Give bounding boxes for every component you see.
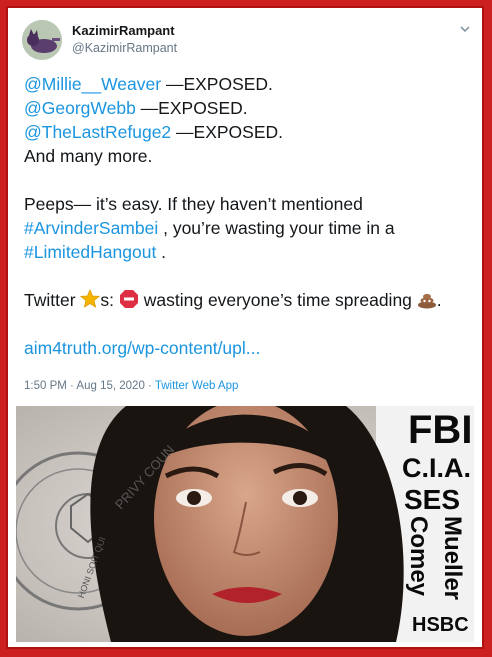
timestamp[interactable]: 1:50 PM · Aug 15, 2020 [24,380,145,392]
more-text: And many more. [24,146,153,166]
user-handle[interactable]: @KazimirRampant [72,39,177,57]
poop-emoji-icon [417,293,436,309]
avatar-cat-icon [22,20,62,60]
exposed-text: —EXPOSED. [135,98,248,118]
tweet-image[interactable]: PRIVY COUN HONI SOIT QUI FBI C.I.A. SES … [16,406,474,642]
label-hsbc: HSBC [412,614,469,636]
para-text: Peeps— it’s easy. If they haven’t mentio… [24,194,363,214]
s-colon: s: [100,290,119,310]
star-emoji-icon [80,289,101,308]
tweet-header: KazimirRampant @KazimirRampant [22,20,472,64]
period-text: . [436,290,442,310]
avatar[interactable] [22,20,62,60]
chevron-down-icon[interactable] [458,22,472,36]
source-app-link[interactable]: Twitter Web App [155,380,239,392]
exposed-text: —EXPOSED. [161,74,273,94]
wasting-text: wasting everyone’s time spreading [138,290,417,310]
stop-sign-emoji-icon [119,290,138,308]
hashtag-link[interactable]: #LimitedHangout [24,242,156,262]
tweet-card-frame: KazimirRampant @KazimirRampant @Millie__… [6,6,484,649]
para-text: , you’re wasting your time in a [158,218,395,238]
label-mueller: Mueller [439,516,466,601]
mention-link[interactable]: @Millie__Weaver [24,74,161,94]
label-comey: Comey [405,516,432,597]
tweet-text: @Millie__Weaver —EXPOSED. @GeorgWebb —EX… [24,72,480,360]
hashtag-link[interactable]: #ArvinderSambei [24,218,158,238]
twitter-word: Twitter [24,290,81,310]
external-link[interactable]: aim4truth.org/wp-content/upl... [24,338,260,358]
tweet-meta: 1:50 PM · Aug 15, 2020 · Twitter Web App [24,380,238,392]
para-text: . [156,242,167,262]
label-fbi: FBI [408,408,473,452]
display-name[interactable]: KazimirRampant [72,23,177,39]
label-ses: SES [404,484,461,515]
mention-link[interactable]: @GeorgWebb [24,98,136,118]
exposed-text: —EXPOSED. [171,122,284,142]
label-cia: C.I.A. [402,453,472,483]
mention-link[interactable]: @TheLastRefuge2 [24,122,171,142]
meta-separator: · [144,380,155,392]
